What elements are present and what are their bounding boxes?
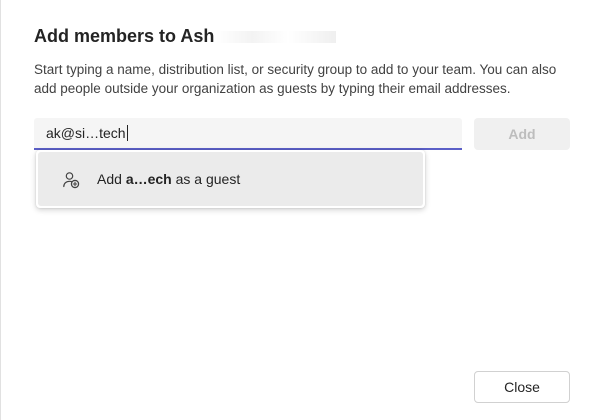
dialog-title-text: Add members to Ash <box>34 26 215 46</box>
add-as-guest-option[interactable]: Add a…ech as a guest <box>38 152 423 206</box>
member-search-text: ak@si…tech <box>46 125 126 141</box>
add-as-guest-label: Add a…ech as a guest <box>97 171 240 187</box>
member-search-value[interactable]: ak@si…tech <box>46 125 128 141</box>
suggestion-dropdown: Add a…ech as a guest <box>36 150 425 208</box>
add-button[interactable]: Add <box>474 118 570 150</box>
member-search-input[interactable]: ak@si…tech <box>34 118 462 150</box>
add-guest-icon <box>62 171 80 189</box>
dialog-title: Add members to Ash <box>34 26 337 47</box>
guest-email: a…ech <box>125 171 172 187</box>
close-button[interactable]: Close <box>474 371 570 403</box>
dialog-description: Start typing a name, distribution list, … <box>34 62 557 96</box>
add-as-guest-prefix: Add <box>97 171 126 187</box>
add-members-dialog: Add members to Ash Start typing a name, … <box>0 0 592 420</box>
text-caret <box>126 125 128 141</box>
redacted-team-name <box>216 31 337 44</box>
add-as-guest-suffix: as a guest <box>171 171 241 187</box>
